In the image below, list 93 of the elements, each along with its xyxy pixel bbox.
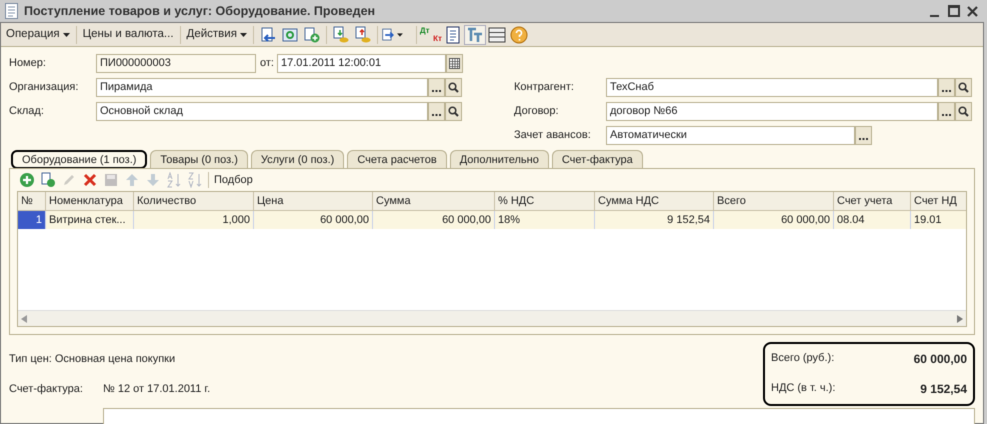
input-field[interactable]: ПИ000000003 xyxy=(96,54,256,72)
field-label: Организация: xyxy=(9,80,80,95)
select-button[interactable] xyxy=(938,78,955,96)
tab[interactable]: Услуги (0 поз.) xyxy=(250,150,344,169)
input-field[interactable]: Основной склад xyxy=(96,102,428,120)
input-field[interactable]: договор №66 xyxy=(606,102,938,120)
input-field[interactable]: Автоматически xyxy=(606,126,855,144)
select-button[interactable] xyxy=(938,102,955,120)
dt-kt-button[interactable]: Дт Кт xyxy=(420,24,442,44)
window-title: Поступление товаров и услуг: Оборудование. Проведен xyxy=(24,2,376,20)
search-icon xyxy=(958,82,969,92)
field-label: от: xyxy=(260,56,274,71)
comment-field[interactable] xyxy=(103,408,975,424)
caret-icon xyxy=(397,32,403,36)
list-icon xyxy=(488,26,506,44)
field-label: Зачет авансов: xyxy=(514,128,592,143)
scroll-right-icon[interactable] xyxy=(957,314,963,322)
total-value: 60 000,00 xyxy=(914,351,967,368)
price-type-text: Тип цен: Основная цена покупки xyxy=(9,352,176,367)
table-cell: 1 xyxy=(18,211,46,229)
column-header[interactable]: Сумма xyxy=(373,192,495,210)
table-cell: 60 000,00 xyxy=(373,211,495,229)
column-header[interactable]: Счет НД xyxy=(911,192,966,210)
tab[interactable]: Счета расчетов xyxy=(347,150,447,169)
column-header[interactable]: № xyxy=(18,192,46,210)
caret-icon xyxy=(240,32,247,36)
document-arrow-icon xyxy=(258,26,277,44)
search-button[interactable] xyxy=(445,102,462,120)
close-button[interactable] xyxy=(966,5,978,17)
column-header[interactable]: Цена xyxy=(254,192,373,210)
select-button[interactable] xyxy=(428,78,445,96)
hierarchy-icon xyxy=(466,26,484,44)
search-icon xyxy=(448,82,459,92)
caret-icon xyxy=(62,32,70,36)
document-coins-icon xyxy=(354,26,372,44)
document-icon xyxy=(5,3,18,19)
input-field[interactable]: ТехСнаб xyxy=(606,78,938,96)
search-button[interactable] xyxy=(955,102,972,120)
search-icon xyxy=(958,106,969,116)
total-value: 9 152,54 xyxy=(920,381,967,398)
table-cell: 60 000,00 xyxy=(254,211,373,229)
tab[interactable]: Оборудование (1 поз.) xyxy=(11,150,148,169)
search-button[interactable] xyxy=(955,78,972,96)
refresh-icon xyxy=(280,26,299,44)
add-icon[interactable] xyxy=(19,172,35,188)
close-icon xyxy=(966,6,978,16)
select-button[interactable] xyxy=(428,102,445,120)
input-field[interactable]: Пирамида xyxy=(96,78,428,96)
table-cell: Витрина стек... xyxy=(46,211,134,229)
field-label: Контрагент: xyxy=(514,80,575,95)
document-coins-icon xyxy=(332,26,350,44)
table-cell: 9 152,54 xyxy=(595,211,714,229)
search-button[interactable] xyxy=(445,78,462,96)
field-label: Счет-фактура: xyxy=(9,382,84,396)
search-icon xyxy=(448,106,459,116)
column-header[interactable]: Счет учета xyxy=(834,192,911,210)
menu-button[interactable]: Операция xyxy=(3,24,73,44)
toolbar-button[interactable]: Цены и валюта... xyxy=(80,24,177,44)
column-header[interactable]: % НДС xyxy=(495,192,595,210)
menu-button[interactable]: Действия xyxy=(184,24,250,44)
date-field[interactable]: 17.01.2011 12:00:01 xyxy=(276,54,446,72)
table-cell: 19.01 xyxy=(911,211,966,229)
table-cell: 60 000,00 xyxy=(714,211,834,229)
tab[interactable]: Дополнительно xyxy=(450,150,549,169)
help-icon xyxy=(510,26,528,44)
table-row[interactable]: 1 Витрина стек... 1,000 60 000,00 60 000,00 18% 9 152,54 60 000,00 08.04 19.01 xyxy=(18,211,966,229)
field-label: Номер: xyxy=(9,56,47,71)
tab[interactable]: Счет-фактура xyxy=(552,150,643,169)
column-header[interactable]: Количество xyxy=(134,192,254,210)
total-label: НДС (в т. ч.): xyxy=(771,381,836,396)
document-arrow-icon xyxy=(380,26,396,44)
delete-icon[interactable] xyxy=(82,172,98,188)
table-cell: 18% xyxy=(495,211,595,229)
table-cell: 08.04 xyxy=(834,211,911,229)
column-header[interactable]: Номенклатура xyxy=(46,192,134,210)
document-plus-icon[interactable] xyxy=(40,172,56,188)
selection-button[interactable]: Подбор xyxy=(214,172,253,188)
document-plus-icon xyxy=(302,26,321,44)
total-label: Всего (руб.): xyxy=(771,351,834,366)
invoice-link[interactable]: № 12 от 17.01.2011 г. xyxy=(103,380,210,397)
select-button[interactable] xyxy=(855,126,872,144)
horizontal-scrollbar[interactable] xyxy=(18,310,966,326)
table-cell: 1,000 xyxy=(134,211,254,229)
calendar-icon xyxy=(448,58,460,68)
column-header[interactable]: Всего xyxy=(714,192,834,210)
field-label: Договор: xyxy=(514,104,560,119)
report-icon xyxy=(444,26,462,44)
maximize-button[interactable] xyxy=(948,5,960,17)
tab[interactable]: Товары (0 поз.) xyxy=(150,150,248,169)
field-label: Склад: xyxy=(9,104,45,119)
calendar-button[interactable] xyxy=(446,54,463,72)
column-header[interactable]: Сумма НДС xyxy=(595,192,714,210)
toolbar-button[interactable] xyxy=(486,24,508,44)
